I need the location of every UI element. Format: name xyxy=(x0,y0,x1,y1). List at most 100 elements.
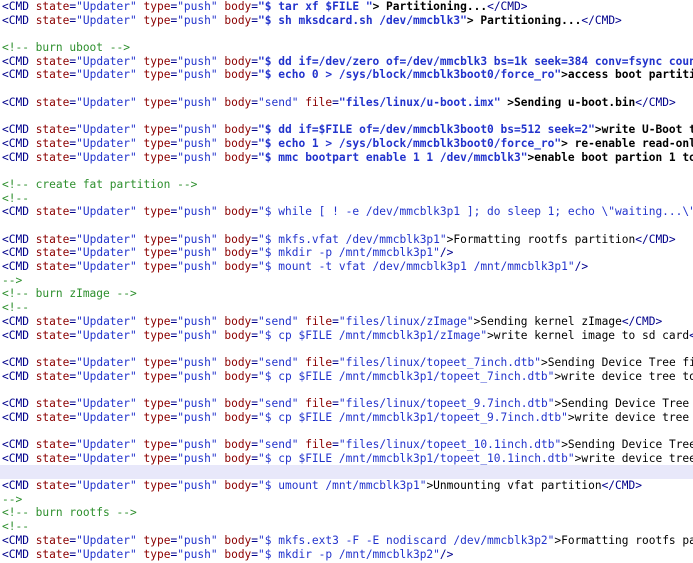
xml-attribute-name: type xyxy=(136,13,171,27)
code-line[interactable]: <!-- xyxy=(0,301,693,315)
xml-tag: <CMD xyxy=(2,314,36,328)
xml-attribute-name: state xyxy=(35,547,70,561)
code-line[interactable]: <CMD state="Updater" type="push" body="$… xyxy=(0,68,693,82)
xml-attribute-value: "$ mkdir -p /mnt/mmcblk3p2" xyxy=(258,547,440,561)
code-line[interactable]: <CMD state="Updater" type="push" body="$… xyxy=(0,151,693,165)
blank-line[interactable] xyxy=(0,465,693,480)
code-line[interactable]: <CMD state="Updater" type="push" body="$… xyxy=(0,123,693,137)
xml-attribute-name: state xyxy=(35,451,70,465)
code-line[interactable]: --> xyxy=(0,493,693,507)
xml-attribute-name: type xyxy=(136,0,171,13)
xml-attribute-name: type xyxy=(136,123,171,137)
xml-attribute-name: state xyxy=(35,205,70,219)
code-line[interactable]: <CMD state="Updater" type="push" body="$… xyxy=(0,370,693,384)
blank-line[interactable] xyxy=(0,383,693,397)
xml-attribute-value: "$ mkdir -p /mnt/mmcblk3p1" xyxy=(258,246,440,260)
code-line[interactable]: <CMD state="Updater" type="push" body="s… xyxy=(0,397,693,411)
code-line[interactable]: <CMD state="Updater" type="push" body="$… xyxy=(0,479,693,493)
xml-text-content: >write device tree to sd card xyxy=(574,451,693,465)
xml-attribute-name: body xyxy=(217,0,252,13)
code-line[interactable]: <CMD state="Updater" type="push" body="$… xyxy=(0,411,693,425)
xml-attribute-name: body xyxy=(217,95,252,109)
code-line[interactable]: <!-- xyxy=(0,192,693,206)
xml-attribute-value: "Updater" xyxy=(76,438,137,451)
xml-tag: /> xyxy=(574,260,589,274)
xml-attribute-name: state xyxy=(35,123,70,137)
xml-attribute-name: file xyxy=(298,438,333,451)
xml-attribute-name: body xyxy=(217,451,252,465)
xml-attribute-name: type xyxy=(136,369,171,383)
xml-attribute-value: "Updater" xyxy=(76,369,137,383)
code-line[interactable]: <CMD state="Updater" type="push" body="$… xyxy=(0,233,693,247)
xml-attribute-name: body xyxy=(217,438,252,451)
blank-line[interactable] xyxy=(0,164,693,178)
code-editor[interactable]: <CMD state="Updater" type="push" body="$… xyxy=(0,0,693,563)
blank-line[interactable] xyxy=(0,219,693,233)
code-line[interactable]: <CMD state="Updater" type="push" body="$… xyxy=(0,246,693,260)
xml-attribute-value: "push" xyxy=(177,0,218,13)
xml-attribute-name: state xyxy=(35,232,70,246)
xml-attribute-value: "$ mkfs.vfat /dev/mmcblk3p1" xyxy=(258,232,447,246)
xml-attribute-value: "Updater" xyxy=(76,410,137,424)
code-line[interactable]: <CMD state="Updater" type="push" body="$… xyxy=(0,14,693,28)
code-line[interactable]: <!-- burn rootfs --> xyxy=(0,506,693,520)
xml-attribute-value: "push" xyxy=(177,150,218,164)
xml-attribute-value: "files/linux/topeet_10.1inch.dtb" xyxy=(338,438,562,451)
code-line[interactable]: <CMD state="Updater" type="push" body="$… xyxy=(0,452,693,466)
xml-attribute-name: type xyxy=(136,547,171,561)
blank-line[interactable] xyxy=(0,27,693,41)
blank-line[interactable] xyxy=(0,342,693,356)
xml-tag: <CMD xyxy=(2,68,36,82)
xml-attribute-value: "push" xyxy=(177,95,218,109)
code-line[interactable]: <!-- burn uboot --> xyxy=(0,41,693,55)
code-line[interactable]: <CMD state="Updater" type="push" body="$… xyxy=(0,548,693,562)
code-line[interactable]: <CMD state="Updater" type="push" body="s… xyxy=(0,356,693,370)
code-line[interactable]: <!-- burn zImage --> xyxy=(0,287,693,301)
xml-attribute-name: body xyxy=(217,328,252,342)
xml-attribute-value: "push" xyxy=(177,533,218,547)
blank-line[interactable] xyxy=(0,424,693,438)
xml-attribute-value: "Updater" xyxy=(76,123,137,137)
xml-attribute-value: "Updater" xyxy=(76,396,137,410)
xml-attribute-name: body xyxy=(217,479,252,493)
xml-attribute-name: state xyxy=(35,260,70,274)
blank-line[interactable] xyxy=(0,110,693,124)
xml-tag: </CMD> xyxy=(635,232,676,246)
code-line[interactable]: <CMD state="Updater" type="push" body="$… xyxy=(0,260,693,274)
code-line[interactable]: <CMD state="Updater" type="push" body="$… xyxy=(0,0,693,14)
xml-attribute-name: type xyxy=(136,355,171,369)
blank-line[interactable] xyxy=(0,82,693,96)
code-line[interactable]: <CMD state="Updater" type="push" body="$… xyxy=(0,55,693,69)
xml-attribute-name: state xyxy=(35,533,70,547)
xml-tag: </CMD> xyxy=(581,13,622,27)
xml-attribute-value: "$ cp $FILE /mnt/mmcblk3p1/topeet_10.1in… xyxy=(258,451,575,465)
code-line[interactable]: <CMD state="Updater" type="push" body="s… xyxy=(0,438,693,452)
code-line[interactable]: <CMD state="Updater" type="push" body="$… xyxy=(0,205,693,219)
xml-attribute-value: "push" xyxy=(177,123,218,137)
code-line[interactable]: <!-- create fat partition --> xyxy=(0,178,693,192)
xml-attribute-name: state xyxy=(35,328,70,342)
code-line[interactable]: <CMD state="Updater" type="push" body="$… xyxy=(0,137,693,151)
xml-attribute-value: "push" xyxy=(177,328,218,342)
xml-text-content: >Formatting rootfs partition xyxy=(554,533,693,547)
code-line[interactable]: --> xyxy=(0,274,693,288)
xml-attribute-name: body xyxy=(217,68,252,82)
code-line[interactable]: <CMD state="Updater" type="push" body="s… xyxy=(0,315,693,329)
xml-attribute-name: type xyxy=(136,205,171,219)
xml-attribute-name: body xyxy=(217,136,252,150)
xml-text-content: >Formatting rootfs partition xyxy=(446,232,636,246)
xml-attribute-name: body xyxy=(217,246,252,260)
xml-attribute-name: body xyxy=(217,123,252,137)
code-line[interactable]: <CMD state="Updater" type="push" body="$… xyxy=(0,329,693,343)
xml-tag: <CMD xyxy=(2,451,36,465)
xml-attribute-value: "Updater" xyxy=(76,68,137,82)
xml-tag: <CMD xyxy=(2,95,36,109)
code-line[interactable]: <CMD state="Updater" type="push" body="$… xyxy=(0,534,693,548)
xml-tag: <CMD xyxy=(2,260,36,274)
xml-attribute-value: "Updater" xyxy=(76,0,137,13)
xml-attribute-value: "Updater" xyxy=(76,328,137,342)
xml-attribute-value: "Updater" xyxy=(76,355,137,369)
xml-attribute-value: "push" xyxy=(177,54,218,68)
code-line[interactable]: <CMD state="Updater" type="push" body="s… xyxy=(0,96,693,110)
code-line[interactable]: <!-- xyxy=(0,520,693,534)
